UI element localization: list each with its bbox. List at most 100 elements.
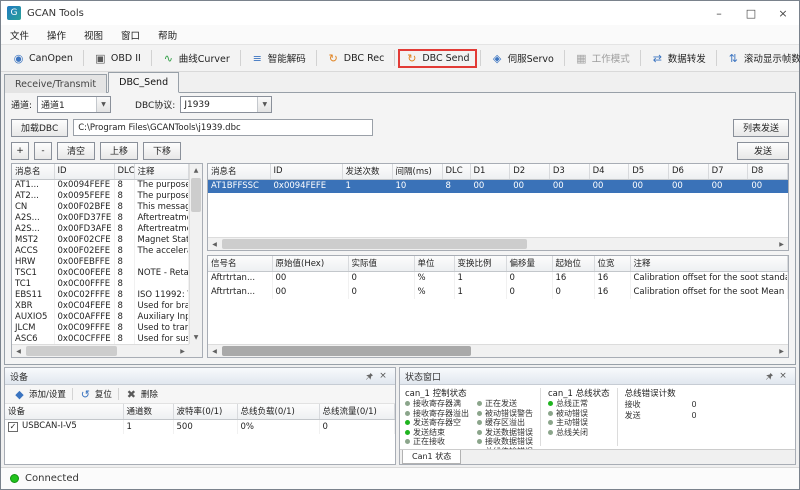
reset-device-button[interactable]: ↺复位	[75, 387, 116, 402]
delete-device-button[interactable]: ✖删除	[121, 387, 162, 402]
signal-list: 信号名原始值(Hex)实际值单位变换比例偏移量起始位位宽注释 Aftrtrtan…	[207, 255, 789, 358]
message-row[interactable]: MST2 0x00F02CFE 8 Magnet Status In	[12, 235, 189, 246]
dbc-send-button[interactable]: ↻DBC Send	[398, 49, 476, 68]
minimize-button[interactable]: –	[703, 1, 735, 25]
cell-message-name: XBR	[12, 301, 54, 312]
status-window: 状态窗口 × can_1 控制状态 接收寄存器满 接收寄存器溢出 发送寄存器空 …	[399, 367, 796, 465]
message-row[interactable]: AUXIO5 0x0C0AFFFE 8 Auxiliary Input	[12, 312, 189, 323]
dbc-rec-button[interactable]: ↻DBC Rec	[320, 49, 392, 68]
message-list-vscrollbar[interactable]: ▲ ▼	[189, 164, 202, 344]
curve-button[interactable]: ∿曲线Curver	[155, 48, 237, 68]
cell-offset: 0	[506, 271, 552, 285]
status-led-icon	[477, 439, 482, 444]
cell-dlc: 8	[114, 290, 134, 301]
scroll-left-icon[interactable]: ◀	[12, 345, 25, 358]
signal-row[interactable]: Aftrtrtan... 00 0 % 1 0 0 16 Calibration…	[208, 285, 788, 299]
list-send-button[interactable]: 列表发送	[733, 119, 789, 137]
send-button[interactable]: 发送	[737, 142, 789, 160]
scroll-left-icon[interactable]: ◀	[208, 238, 221, 251]
hscroll-thumb[interactable]	[26, 346, 117, 356]
scroll-up-icon[interactable]: ▲	[190, 164, 203, 177]
maximize-button[interactable]: □	[735, 1, 767, 25]
message-row[interactable]: CN 0x00F02BFE 8 This message is	[12, 202, 189, 213]
close-panel-icon[interactable]: ×	[776, 371, 790, 381]
cell-comment: Used for brake c	[134, 301, 189, 312]
status-led-icon	[405, 430, 410, 435]
menu-file[interactable]: 文件	[1, 25, 38, 44]
menu-window[interactable]: 窗口	[112, 25, 149, 44]
cell-comment: Calibration offset for the soot standard…	[630, 271, 788, 285]
canopen-button[interactable]: ◉CanOpen	[5, 49, 80, 68]
data-forward-button[interactable]: ⇄数据转发	[644, 48, 713, 68]
signal-list-hscrollbar[interactable]: ◀ ▶	[208, 344, 788, 357]
load-dbc-button[interactable]: 加载DBC	[11, 119, 68, 137]
message-row[interactable]: AT2... 0x0095FEFE 8 The purpose of t	[12, 191, 189, 202]
tab-dbc-send[interactable]: DBC_Send	[108, 72, 179, 93]
scroll-right-icon[interactable]: ▶	[775, 238, 788, 251]
channel-select[interactable]: 通道1 ▼	[37, 96, 111, 113]
message-row[interactable]: XBR 0x0C04FEFE 8 Used for brake c	[12, 301, 189, 312]
cell-comment: Auxiliary Input	[134, 312, 189, 323]
cell-message-name: A2S...	[12, 213, 54, 224]
vscroll-thumb[interactable]	[191, 178, 201, 212]
message-row[interactable]: AT1... 0x0094FEFE 8 The purpose of t	[12, 179, 189, 191]
obd2-button[interactable]: ▣OBD II	[87, 49, 148, 68]
menu-help[interactable]: 帮助	[149, 25, 186, 44]
cell-comment: The acceleration	[134, 246, 189, 257]
scroll-down-icon[interactable]: ▼	[190, 331, 203, 344]
work-mode-button[interactable]: ▦工作模式	[568, 48, 637, 68]
close-button[interactable]: ×	[767, 1, 799, 25]
add-row-button[interactable]: +	[11, 142, 29, 160]
message-row[interactable]: A2S... 0x00FD37FE 8 Aftertreatment 2	[12, 213, 189, 224]
send-row[interactable]: AT1BFFSSC 0x0094FEFE 1 10 8 00 00 00 00 …	[208, 179, 788, 193]
status-led-icon	[477, 411, 482, 416]
menu-operate[interactable]: 操作	[38, 25, 75, 44]
move-up-button[interactable]: 上移	[100, 142, 138, 160]
status-item: 正在接收	[405, 437, 469, 447]
send-list-hscrollbar[interactable]: ◀ ▶	[208, 237, 788, 250]
signal-row[interactable]: Aftrtrtan... 00 0 % 1 0 16 16 Calibratio…	[208, 271, 788, 285]
message-list-hscrollbar[interactable]: ◀ ▶	[12, 344, 189, 357]
protocol-select[interactable]: J1939 ▼	[180, 96, 272, 113]
canopen-icon: ◉	[12, 52, 25, 65]
tab-receive-transmit[interactable]: Receive/Transmit	[4, 74, 107, 93]
message-row[interactable]: TSC1 0x0C00FEFE 8 NOTE - Retarder	[12, 268, 189, 279]
pin-icon[interactable]	[762, 372, 776, 381]
pin-icon[interactable]	[362, 372, 376, 381]
cell-comment	[134, 279, 189, 290]
message-row[interactable]: ASC6 0x0C0CFFFE 8 Used for suspens	[12, 334, 189, 345]
add-device-button[interactable]: ◆添加/设置	[9, 387, 70, 402]
tab-can1-status[interactable]: Can1 状态	[402, 450, 461, 464]
channel-row: 通道: 通道1 ▼ DBC协议: J1939 ▼	[5, 93, 795, 116]
edit-row: + - 清空 上移 下移 发送	[5, 139, 795, 162]
message-row[interactable]: JLCM 0x0C09FFFE 8 Used to transfer	[12, 323, 189, 334]
message-row[interactable]: ACCS 0x00F02EFE 8 The acceleration	[12, 246, 189, 257]
message-row[interactable]: A2S... 0x00FD3AFE 8 Aftertreatment 1	[12, 224, 189, 235]
hscroll-thumb[interactable]	[222, 239, 527, 249]
move-down-button[interactable]: 下移	[143, 142, 181, 160]
cell-comment: Used for suspens	[134, 334, 189, 345]
menu-view[interactable]: 视图	[75, 25, 112, 44]
remove-row-button[interactable]: -	[34, 142, 52, 160]
scroll-left-icon[interactable]: ◀	[208, 345, 221, 358]
device-checkbox[interactable]: ✓	[8, 422, 18, 432]
dbc-rec-icon: ↻	[327, 52, 340, 65]
cell-scale: 1	[454, 285, 506, 299]
add-device-icon: ◆	[13, 388, 26, 401]
clear-button[interactable]: 清空	[57, 142, 95, 160]
message-row[interactable]: EBS11 0x0C02FFFE 8 ISO 11992: Towin	[12, 290, 189, 301]
hscroll-thumb[interactable]	[222, 346, 471, 356]
scroll-right-icon[interactable]: ▶	[775, 345, 788, 358]
dbc-path-field[interactable]: C:\Program Files\GCANTools\j1939.dbc	[73, 119, 373, 136]
device-row[interactable]: ✓USBCAN-I-V5 1 500 0% 0	[5, 419, 395, 434]
connection-status-text: Connected	[25, 473, 79, 484]
scroll-right-icon[interactable]: ▶	[176, 345, 189, 358]
smart-decode-button[interactable]: ≡智能解码	[244, 48, 313, 68]
cell-d6: 00	[668, 179, 708, 193]
message-row[interactable]: TC1 0x0C00FFFE 8	[12, 279, 189, 290]
close-panel-icon[interactable]: ×	[376, 371, 390, 381]
window-title: GCAN Tools	[27, 8, 84, 19]
cell-message-name: A2S...	[12, 224, 54, 235]
message-row[interactable]: HRW 0x00FEBFFE 8	[12, 257, 189, 268]
servo-button[interactable]: ◈伺服Servo	[484, 48, 561, 68]
